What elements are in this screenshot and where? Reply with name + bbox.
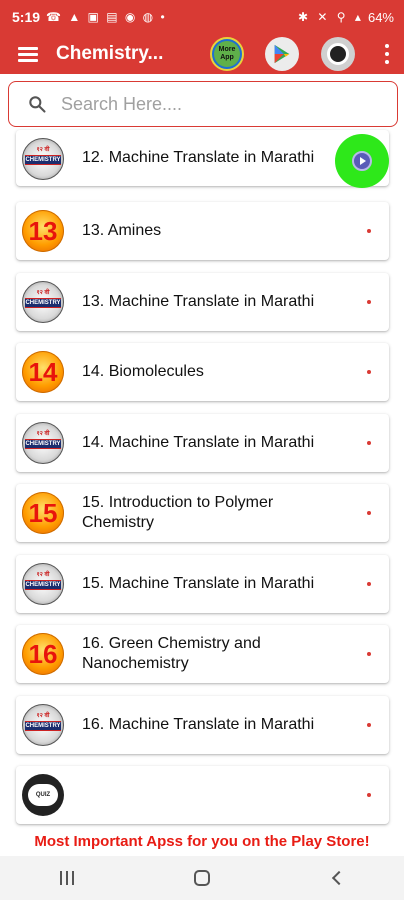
- chevron-right-icon: [367, 441, 371, 445]
- app-bar: Chemistry... More App: [0, 34, 404, 74]
- chevron-right-icon: [367, 582, 371, 586]
- search-input[interactable]: [61, 93, 361, 115]
- home-icon: [193, 870, 210, 886]
- chevron-right-icon: [367, 793, 371, 797]
- list-item-label: 15. Introduction to Polymer Chemistry: [82, 494, 274, 531]
- list-item-label: 14. Biomolecules: [82, 363, 204, 380]
- list-item[interactable]: 15 15. Introduction to Polymer Chemistry: [16, 484, 389, 542]
- list-item[interactable]: १२ वी CHEMISTRY 16. Machine Translate in…: [16, 696, 389, 754]
- chapter-number-badge: 16: [22, 633, 64, 675]
- list-item-label: 15. Machine Translate in Marathi: [82, 575, 315, 592]
- app-title: Chemistry...: [56, 43, 164, 64]
- recents-icon: [60, 871, 75, 885]
- back-icon: [331, 870, 346, 886]
- status-time: 5:19: [12, 9, 41, 25]
- search-icon: [29, 96, 46, 113]
- list-item[interactable]: १२ वी CHEMISTRY 15. Machine Translate in…: [16, 555, 389, 613]
- list-item-label: 13. Machine Translate in Marathi: [82, 293, 315, 310]
- chapter-number-badge: 14: [22, 351, 64, 393]
- home-button[interactable]: [172, 856, 232, 900]
- more-app-label: More App: [214, 41, 240, 67]
- play-store-icon: [274, 44, 290, 64]
- list-item[interactable]: QUIZ: [16, 766, 389, 824]
- chemistry-logo-icon: १२ वी CHEMISTRY: [22, 138, 64, 180]
- chemistry-logo-icon: १२ वी CHEMISTRY: [22, 563, 64, 605]
- list-item-label: 16. Green Chemistry and Nanochemistry: [82, 635, 261, 672]
- more-app-button[interactable]: More App: [210, 37, 244, 71]
- play-icon: [352, 151, 372, 171]
- system-nav-bar: [0, 856, 404, 900]
- list-item[interactable]: १२ वी CHEMISTRY 14. Machine Translate in…: [16, 414, 389, 472]
- list-item-label: 12. Machine Translate in Marathi: [82, 149, 315, 166]
- chevron-right-icon: [367, 300, 371, 304]
- chevron-right-icon: [367, 511, 371, 515]
- list-item-label: 14. Machine Translate in Marathi: [82, 434, 315, 451]
- chemistry-logo-icon: १२ वी CHEMISTRY: [22, 281, 64, 323]
- list-item[interactable]: १२ वी CHEMISTRY 13. Machine Translate in…: [16, 273, 389, 331]
- chevron-right-icon: [367, 229, 371, 233]
- overflow-menu-icon[interactable]: [384, 44, 390, 64]
- chapter-number-badge: 15: [22, 492, 64, 534]
- camera-icon: [327, 43, 349, 65]
- list-item[interactable]: 13 13. Amines: [16, 202, 389, 260]
- chemistry-logo-icon: १२ वी CHEMISTRY: [22, 704, 64, 746]
- back-button[interactable]: [307, 856, 367, 900]
- chemistry-logo-icon: १२ वी CHEMISTRY: [22, 422, 64, 464]
- list-item[interactable]: १२ वी CHEMISTRY 12. Machine Translate in…: [16, 130, 389, 186]
- hamburger-menu-icon[interactable]: [0, 34, 56, 74]
- battery-level: 64%: [367, 9, 394, 25]
- system-icons: ✱ ✕ ⚲ ▴: [298, 10, 364, 24]
- chapter-number-badge: 13: [22, 210, 64, 252]
- recents-button[interactable]: [37, 856, 97, 900]
- list-item-label: 16. Machine Translate in Marathi: [82, 716, 315, 733]
- quiz-icon: QUIZ: [22, 774, 64, 816]
- status-bar: 5:19 ☎ ▲ ▣ ▤ ◉ ◍ • ✱ ✕ ⚲ ▴ 64%: [0, 0, 404, 34]
- chevron-right-icon: [367, 723, 371, 727]
- notification-icons: ☎ ▲ ▣ ▤ ◉ ◍ •: [46, 10, 167, 24]
- floating-play-button[interactable]: [335, 134, 389, 188]
- list-item-label: 13. Amines: [82, 222, 162, 239]
- list-item[interactable]: 16 16. Green Chemistry and Nanochemistry: [16, 625, 389, 683]
- camera-app-button[interactable]: [321, 37, 355, 71]
- chevron-right-icon: [367, 652, 371, 656]
- search-bar[interactable]: [8, 81, 398, 127]
- chevron-right-icon: [367, 370, 371, 374]
- footer-banner[interactable]: Most Important Apss for you on the Play …: [0, 830, 404, 854]
- list-item[interactable]: 14 14. Biomolecules: [16, 343, 389, 401]
- play-store-button[interactable]: [265, 37, 299, 71]
